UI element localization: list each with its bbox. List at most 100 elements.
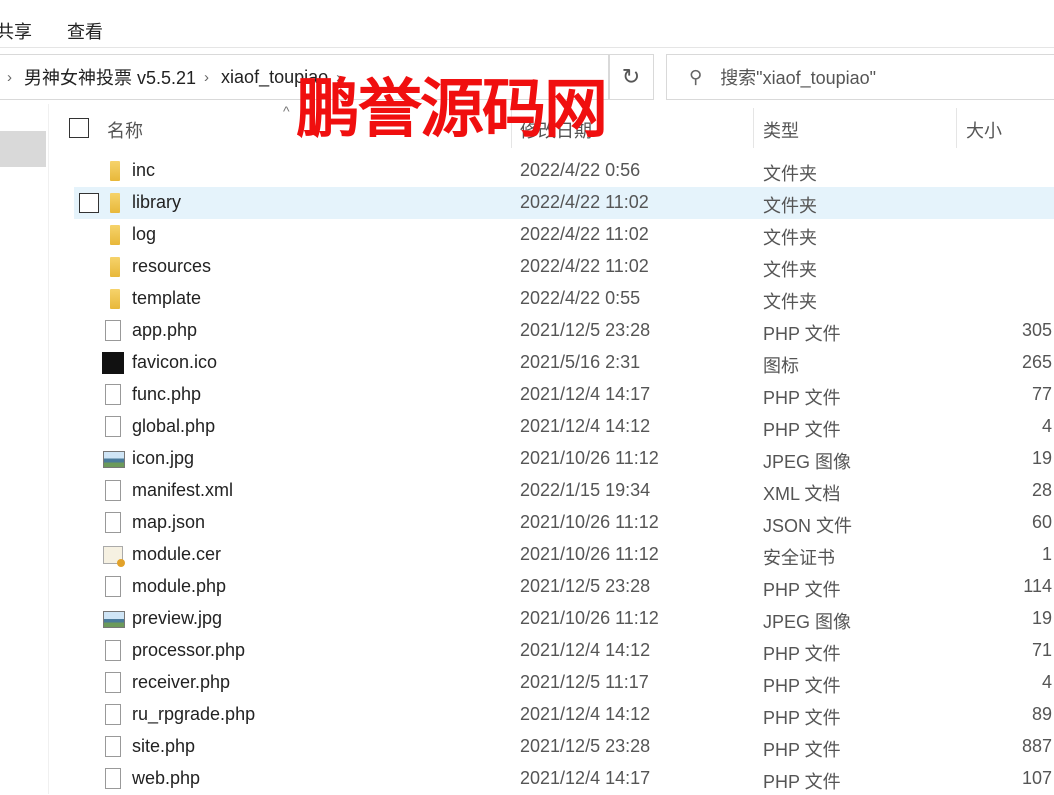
select-all-checkbox[interactable] bbox=[69, 118, 89, 138]
file-row[interactable]: receiver.php 2021/12/5 11:17 PHP 文件 4 bbox=[74, 667, 1054, 699]
file-date: 2021/10/26 11:12 bbox=[520, 512, 659, 532]
file-name[interactable]: module.php bbox=[132, 576, 226, 597]
file-name[interactable]: module.cer bbox=[132, 544, 221, 565]
chevron-right-icon: › bbox=[204, 68, 210, 86]
file-date: 2021/12/5 23:28 bbox=[520, 736, 651, 756]
file-date: 2022/4/22 11:02 bbox=[520, 192, 649, 212]
file-name[interactable]: func.php bbox=[132, 384, 201, 405]
file-name[interactable]: template bbox=[132, 288, 201, 309]
file-date: 2021/12/4 14:12 bbox=[520, 416, 651, 436]
file-date: 2021/10/26 11:12 bbox=[520, 448, 659, 468]
file-name[interactable]: processor.php bbox=[132, 640, 245, 661]
file-size: 19 bbox=[1031, 448, 1052, 468]
file-name[interactable]: receiver.php bbox=[132, 672, 230, 693]
file-size: 77 bbox=[1031, 384, 1052, 404]
file-icon bbox=[105, 672, 121, 693]
favicon-icon bbox=[102, 352, 124, 374]
file-type: PHP 文件 bbox=[763, 644, 841, 664]
file-row[interactable]: module.cer 2021/10/26 11:12 安全证书 1 bbox=[74, 539, 1054, 571]
file-name[interactable]: inc bbox=[132, 160, 155, 181]
file-row[interactable]: template 2022/4/22 0:55 文件夹 bbox=[74, 283, 1054, 315]
file-type: 文件夹 bbox=[763, 164, 817, 184]
search-input[interactable]: ⚲ 搜索"xiaof_toupiao" bbox=[666, 54, 1054, 100]
column-size[interactable]: 大小 bbox=[966, 117, 1002, 143]
file-type: 图标 bbox=[763, 356, 799, 376]
file-name[interactable]: site.php bbox=[132, 736, 195, 757]
file-row[interactable]: library 2022/4/22 11:02 文件夹 bbox=[74, 187, 1054, 219]
file-row[interactable]: func.php 2021/12/4 14:17 PHP 文件 77 bbox=[74, 379, 1054, 411]
refresh-button[interactable]: ↻ bbox=[608, 54, 654, 100]
file-row[interactable]: resources 2022/4/22 11:02 文件夹 bbox=[74, 251, 1054, 283]
file-date: 2021/12/5 23:28 bbox=[520, 576, 651, 596]
file-size: 28 bbox=[1031, 480, 1052, 500]
file-size: 4 bbox=[1041, 416, 1052, 436]
menu-view[interactable]: 查看 bbox=[67, 18, 103, 44]
menu-share[interactable]: 共享 bbox=[0, 18, 32, 44]
file-date: 2022/4/22 0:56 bbox=[520, 160, 641, 180]
file-name[interactable]: icon.jpg bbox=[132, 448, 194, 469]
row-checkbox[interactable] bbox=[79, 193, 99, 213]
file-row[interactable]: log 2022/4/22 11:02 文件夹 bbox=[74, 219, 1054, 251]
file-date: 2021/10/26 11:12 bbox=[520, 544, 659, 564]
file-size: 114 bbox=[1023, 576, 1052, 596]
file-type: JPEG 图像 bbox=[763, 452, 852, 472]
file-type: XML 文档 bbox=[763, 484, 841, 504]
file-row[interactable]: module.php 2021/12/5 23:28 PHP 文件 114 bbox=[74, 571, 1054, 603]
file-icon bbox=[105, 736, 121, 757]
file-size: 4 bbox=[1041, 672, 1052, 692]
file-size: 305 bbox=[1021, 320, 1052, 340]
file-size: 89 bbox=[1031, 704, 1052, 724]
file-type: PHP 文件 bbox=[763, 324, 841, 344]
file-icon bbox=[105, 384, 121, 405]
column-divider[interactable] bbox=[753, 108, 754, 148]
file-name[interactable]: global.php bbox=[132, 416, 215, 437]
file-date: 2022/4/22 0:55 bbox=[520, 288, 641, 308]
file-date: 2022/4/22 11:02 bbox=[520, 256, 649, 276]
file-date: 2021/12/5 11:17 bbox=[520, 672, 649, 692]
chevron-right-icon: › bbox=[7, 68, 12, 86]
file-size: 1 bbox=[1041, 544, 1052, 564]
file-icon bbox=[105, 768, 121, 789]
breadcrumb-item[interactable]: 男神女神投票 v5.5.21 bbox=[24, 64, 196, 90]
file-icon bbox=[105, 576, 121, 597]
file-row[interactable]: processor.php 2021/12/4 14:12 PHP 文件 71 bbox=[74, 635, 1054, 667]
file-name[interactable]: resources bbox=[132, 256, 211, 277]
file-row[interactable]: favicon.ico 2021/5/16 2:31 图标 265 bbox=[74, 347, 1054, 379]
file-size: 19 bbox=[1031, 608, 1052, 628]
file-row[interactable]: site.php 2021/12/5 23:28 PHP 文件 887 bbox=[74, 731, 1054, 763]
file-row[interactable]: ru_rpgrade.php 2021/12/4 14:12 PHP 文件 89 bbox=[74, 699, 1054, 731]
file-row[interactable]: global.php 2021/12/4 14:12 PHP 文件 4 bbox=[74, 411, 1054, 443]
file-type: PHP 文件 bbox=[763, 580, 841, 600]
file-type: 文件夹 bbox=[763, 292, 817, 312]
file-type: PHP 文件 bbox=[763, 708, 841, 728]
file-row[interactable]: web.php 2021/12/4 14:17 PHP 文件 107 bbox=[74, 763, 1054, 795]
file-name[interactable]: web.php bbox=[132, 768, 200, 789]
file-name[interactable]: preview.jpg bbox=[132, 608, 222, 629]
watermark: 鹏誉源码网 bbox=[296, 73, 608, 147]
file-row[interactable]: preview.jpg 2021/10/26 11:12 JPEG 图像 19 bbox=[74, 603, 1054, 635]
file-name[interactable]: log bbox=[132, 224, 156, 245]
file-row[interactable]: icon.jpg 2021/10/26 11:12 JPEG 图像 19 bbox=[74, 443, 1054, 475]
file-row[interactable]: manifest.xml 2022/1/15 19:34 XML 文档 28 bbox=[74, 475, 1054, 507]
file-name[interactable]: ru_rpgrade.php bbox=[132, 704, 255, 725]
nav-pane-selected-item[interactable] bbox=[0, 131, 46, 167]
search-placeholder: 搜索"xiaof_toupiao" bbox=[720, 68, 877, 88]
file-type: PHP 文件 bbox=[763, 740, 841, 760]
file-name[interactable]: manifest.xml bbox=[132, 480, 233, 501]
column-name[interactable]: 名称 bbox=[107, 117, 143, 143]
folder-icon bbox=[110, 289, 120, 309]
folder-icon bbox=[110, 257, 120, 277]
file-row[interactable]: inc 2022/4/22 0:56 文件夹 bbox=[74, 155, 1054, 187]
file-name[interactable]: app.php bbox=[132, 320, 197, 341]
file-name[interactable]: library bbox=[132, 192, 181, 213]
column-divider[interactable] bbox=[956, 108, 957, 148]
file-name[interactable]: favicon.ico bbox=[132, 352, 217, 373]
file-type: 文件夹 bbox=[763, 196, 817, 216]
file-date: 2021/12/5 23:28 bbox=[520, 320, 651, 340]
file-icon bbox=[105, 512, 121, 533]
pane-divider[interactable] bbox=[48, 104, 49, 794]
file-row[interactable]: app.php 2021/12/5 23:28 PHP 文件 305 bbox=[74, 315, 1054, 347]
file-name[interactable]: map.json bbox=[132, 512, 205, 533]
file-row[interactable]: map.json 2021/10/26 11:12 JSON 文件 60 bbox=[74, 507, 1054, 539]
column-type[interactable]: 类型 bbox=[763, 117, 799, 143]
